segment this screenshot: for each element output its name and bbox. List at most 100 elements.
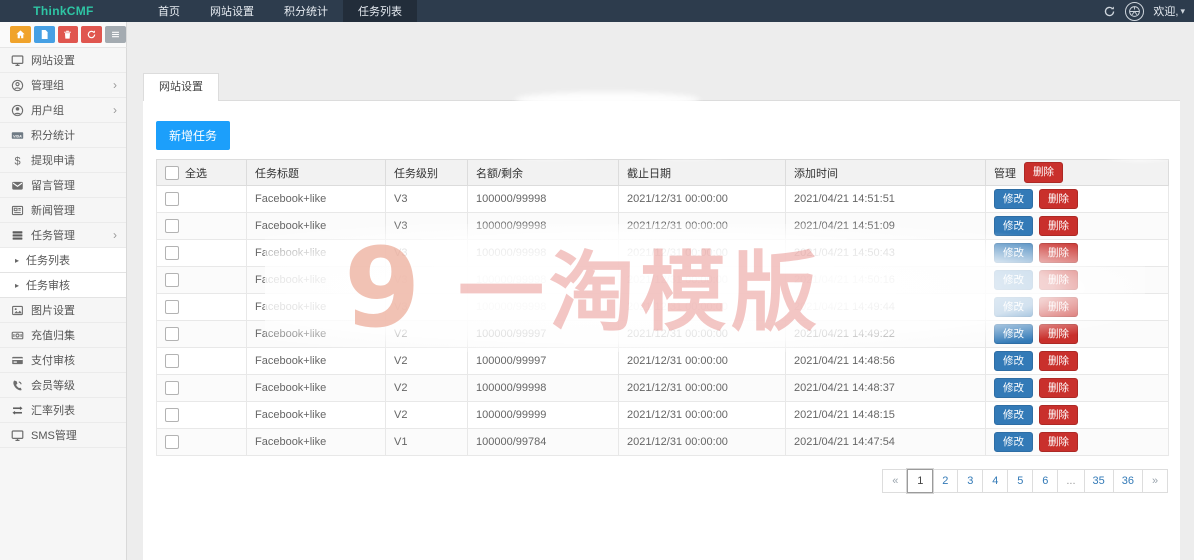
- table-row: Facebook+like V3 100000/99998 2021/12/31…: [156, 239, 1169, 267]
- sidebar-item-label: 网站设置: [31, 55, 75, 67]
- page-36[interactable]: 36: [1112, 469, 1143, 493]
- cell-task-level: V2: [385, 320, 468, 348]
- sidebar-subitem-task-review[interactable]: ▸ 任务审核: [0, 273, 126, 298]
- sidebar-item-image-settings[interactable]: 图片设置: [0, 298, 126, 323]
- delete-button[interactable]: 删除: [1039, 431, 1078, 453]
- delete-button[interactable]: 删除: [1039, 242, 1078, 264]
- page-35[interactable]: 35: [1083, 469, 1114, 493]
- nav-item-task-list[interactable]: 任务列表: [343, 0, 417, 22]
- brand-logo[interactable]: ThinkCMF: [0, 0, 127, 22]
- sidebar-item-exchange-rate-list[interactable]: 汇率列表: [0, 398, 126, 423]
- home-icon: [16, 30, 25, 39]
- edit-button[interactable]: 修改: [994, 431, 1033, 453]
- row-checkbox[interactable]: [165, 326, 179, 341]
- delete-button[interactable]: 删除: [1039, 269, 1078, 291]
- sidebar-item-message-management[interactable]: 留言管理: [0, 173, 126, 198]
- row-checkbox[interactable]: [165, 407, 179, 422]
- cell-quota: 100000/99998: [467, 185, 619, 213]
- row-checkbox[interactable]: [165, 191, 179, 206]
- trash-button[interactable]: [57, 26, 79, 43]
- page-ellipsis: ...: [1057, 469, 1085, 493]
- sidebar-item-label: 新闻管理: [31, 205, 75, 217]
- sidebar-item-task-management[interactable]: 任务管理 ›: [0, 223, 126, 248]
- row-checkbox[interactable]: [165, 434, 179, 449]
- sidebar-subitem-task-list[interactable]: ▸ 任务列表: [0, 248, 126, 273]
- row-checkbox[interactable]: [165, 245, 179, 260]
- row-checkbox[interactable]: [165, 218, 179, 233]
- sidebar-item-points-stats[interactable]: VISA 积分统计: [0, 123, 126, 148]
- file-button[interactable]: [33, 26, 55, 43]
- navbar-menu: 首页 网站设置 积分统计 任务列表: [143, 0, 417, 22]
- page-4[interactable]: 4: [982, 469, 1009, 493]
- sidebar-item-member-level[interactable]: 会员等级: [0, 373, 126, 398]
- sidebar-item-recharge-collection[interactable]: 充值归集: [0, 323, 126, 348]
- delete-button[interactable]: 删除: [1039, 404, 1078, 426]
- delete-button[interactable]: 删除: [1039, 323, 1078, 345]
- cell-quota: 100000/99784: [467, 428, 619, 456]
- sidebar-item-sms-management[interactable]: SMS管理: [0, 423, 126, 448]
- page-2[interactable]: 2: [932, 469, 959, 493]
- page-prev[interactable]: «: [882, 469, 909, 493]
- edit-button[interactable]: 修改: [994, 242, 1033, 264]
- add-task-button[interactable]: 新增任务: [156, 121, 231, 150]
- delete-button[interactable]: 删除: [1039, 215, 1078, 237]
- sidebar-item-news-management[interactable]: 新闻管理: [0, 198, 126, 223]
- page-next[interactable]: »: [1142, 469, 1168, 493]
- delete-button[interactable]: 删除: [1039, 296, 1078, 318]
- cell-quota: 100000/99998: [467, 239, 619, 267]
- welcome-label: 欢迎,: [1153, 6, 1179, 18]
- cell-task-title: Facebook+like: [246, 293, 386, 321]
- edit-button[interactable]: 修改: [994, 296, 1033, 318]
- row-checkbox[interactable]: [165, 272, 179, 287]
- select-all-checkbox[interactable]: [165, 165, 179, 180]
- page-3[interactable]: 3: [957, 469, 984, 493]
- delete-button[interactable]: 删除: [1039, 350, 1078, 372]
- welcome-dropdown[interactable]: 欢迎, ▾: [1153, 3, 1185, 19]
- list-view-button[interactable]: [105, 26, 126, 43]
- edit-button[interactable]: 修改: [994, 269, 1033, 291]
- edit-button[interactable]: 修改: [994, 323, 1033, 345]
- delete-button[interactable]: 删除: [1039, 377, 1078, 399]
- table-row: Facebook+like V3 100000/99998 2021/12/31…: [156, 212, 1169, 240]
- cell-task-title: Facebook+like: [246, 212, 386, 240]
- refresh-icon[interactable]: [1103, 5, 1116, 18]
- bulk-delete-button[interactable]: 删除: [1024, 162, 1063, 183]
- sidebar: 网站设置 管理组 › 用户组 › VISA 积分统计 $ 提现申请 留言管理 新…: [0, 48, 127, 560]
- cell-task-level: V1: [385, 428, 468, 456]
- sidebar-item-label: 会员等级: [31, 380, 75, 392]
- tab-site-settings[interactable]: 网站设置: [143, 73, 219, 101]
- edit-button[interactable]: 修改: [994, 377, 1033, 399]
- row-checkbox[interactable]: [165, 299, 179, 314]
- sidebar-item-admin-group[interactable]: 管理组 ›: [0, 73, 126, 98]
- cell-task-title: Facebook+like: [246, 266, 386, 294]
- sidebar-item-user-group[interactable]: 用户组 ›: [0, 98, 126, 123]
- cell-deadline: 2021/12/31 00:00:00: [618, 266, 786, 294]
- sidebar-item-payment-review[interactable]: 支付审核: [0, 348, 126, 373]
- page-1[interactable]: 1: [907, 469, 934, 493]
- user-avatar[interactable]: [1125, 1, 1145, 21]
- row-checkbox[interactable]: [165, 380, 179, 395]
- sidebar-item-site-settings[interactable]: 网站设置: [0, 48, 126, 73]
- cell-quota: 100000/99999: [467, 401, 619, 429]
- page-6[interactable]: 6: [1032, 469, 1059, 493]
- chevron-right-icon: ›: [113, 78, 117, 92]
- nav-item-points-stats[interactable]: 积分统计: [269, 0, 343, 22]
- sidebar-item-withdraw-request[interactable]: $ 提现申请: [0, 148, 126, 173]
- pagination: «1 2 3 4 5 6... 35 36»: [156, 469, 1168, 493]
- home-button[interactable]: [10, 26, 31, 43]
- delete-button[interactable]: 删除: [1039, 188, 1078, 210]
- clear-cache-button[interactable]: [81, 26, 103, 43]
- nav-item-site-settings[interactable]: 网站设置: [195, 0, 269, 22]
- col-header-task-level: 任务级别: [385, 159, 468, 186]
- row-checkbox[interactable]: [165, 353, 179, 368]
- table-row: Facebook+like V3 100000/99998 2021/12/31…: [156, 293, 1169, 321]
- edit-button[interactable]: 修改: [994, 404, 1033, 426]
- page-5[interactable]: 5: [1007, 469, 1034, 493]
- sidebar-item-label: 提现申请: [31, 155, 75, 167]
- edit-button[interactable]: 修改: [994, 215, 1033, 237]
- table-row: Facebook+like V2 100000/99997 2021/12/31…: [156, 320, 1169, 348]
- visa-card-icon: VISA: [11, 131, 24, 139]
- edit-button[interactable]: 修改: [994, 188, 1033, 210]
- nav-item-home[interactable]: 首页: [143, 0, 195, 22]
- edit-button[interactable]: 修改: [994, 350, 1033, 372]
